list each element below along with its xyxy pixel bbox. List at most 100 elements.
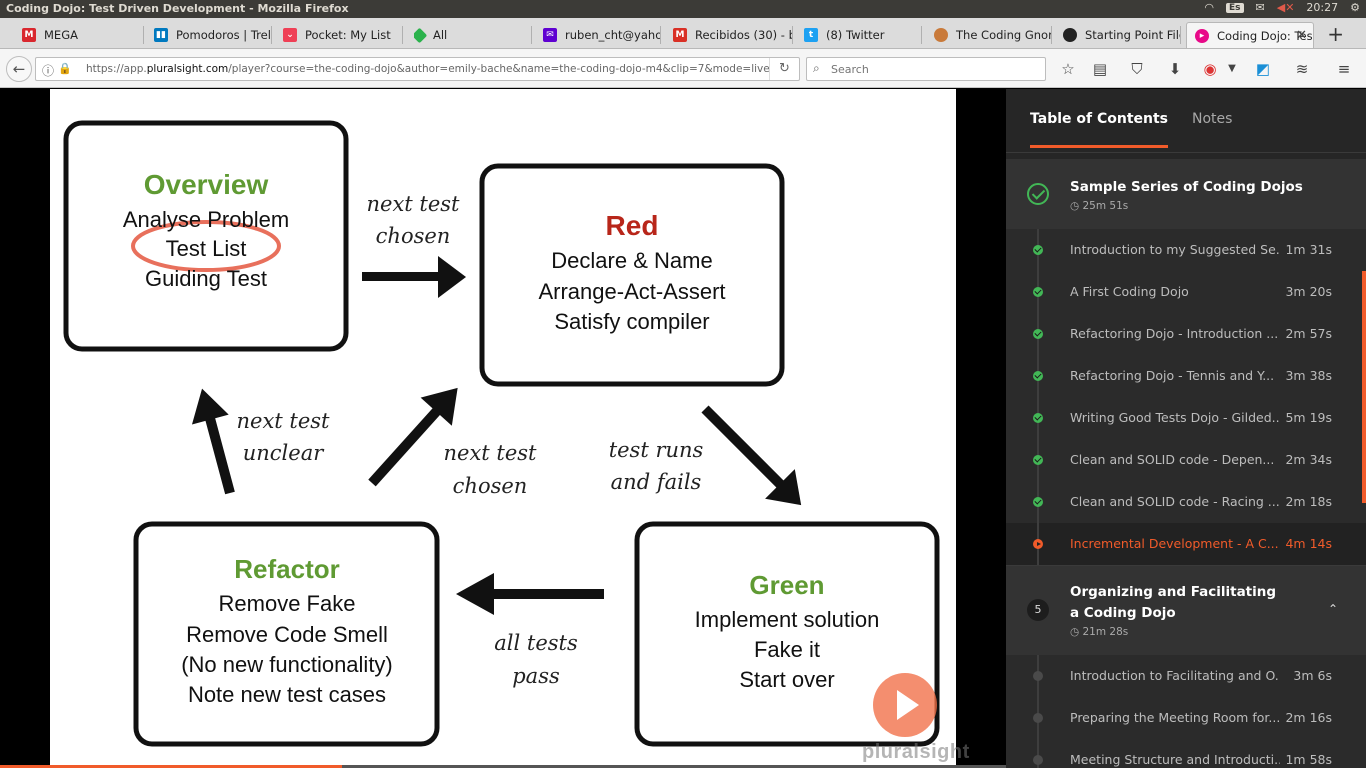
close-tab-icon[interactable]: ✕ <box>1296 28 1307 43</box>
overview-title: Overview <box>144 169 269 200</box>
tab-pocket[interactable]: ⌄ Pocket: My List <box>283 22 403 48</box>
pocket-save-icon[interactable]: ⛉ <box>1127 59 1147 79</box>
url-text[interactable]: https://app.pluralsight.com/player?cours… <box>86 63 770 75</box>
tab-table-of-contents[interactable]: Table of Contents <box>1030 111 1169 148</box>
search-input[interactable] <box>831 61 1031 77</box>
overview-line-3: Guiding Test <box>145 266 267 291</box>
arrow-label-overview-red-2: chosen <box>376 224 451 248</box>
module-organizing-facilitating[interactable]: 5 Organizing and Facilitating a Coding D… <box>1006 565 1366 655</box>
browser-tab-bar: M MEGA ▮▮ Pomodoros | Trello ⌄ Pocket: M… <box>0 18 1366 49</box>
tab-feedly[interactable]: All <box>414 22 532 48</box>
module-sample-series[interactable]: Sample Series of Coding Dojos ◷ 25m 51s <box>1006 159 1366 229</box>
watched-check-icon <box>1033 371 1043 381</box>
new-tab-plus-icon[interactable]: + <box>1327 22 1344 46</box>
module-number: 5 <box>1027 599 1049 621</box>
unwatched-dot-icon <box>1033 671 1043 681</box>
play-button-icon[interactable] <box>873 673 937 737</box>
clip-item[interactable]: Meeting Structure and Introducti... 1m 58… <box>1006 739 1366 768</box>
coding-gnome-icon <box>934 28 948 42</box>
arrow-refactor-to-overview <box>191 388 235 495</box>
green-title: Green <box>749 570 824 600</box>
tab-coding-dojo[interactable]: ▸ Coding Dojo: Tes ✕ <box>1186 22 1314 48</box>
ublock-icon[interactable]: ◉ <box>1200 59 1220 79</box>
info-icon[interactable]: ⓘ <box>42 62 54 79</box>
module-title: Sample Series of Coding Dojos <box>1070 179 1303 195</box>
module-complete-check-icon <box>1027 183 1049 205</box>
arrow-label-refactor-red-1: next test <box>444 441 538 465</box>
tab-notes[interactable]: Notes <box>1192 111 1232 145</box>
url-bar[interactable]: ⓘ 🔒 https://app.pluralsight.com/player?c… <box>35 57 800 81</box>
arrow-label-refactor-red-2: chosen <box>453 474 528 498</box>
volume-muted-icon[interactable]: ◀✕ <box>1277 1 1295 14</box>
module-5-clip-list: Introduction to Facilitating and O... 3m … <box>1006 655 1366 768</box>
red-line-3: Satisfy compiler <box>554 309 709 334</box>
unwatched-dot-icon <box>1033 713 1043 723</box>
reading-list-icon[interactable]: ▤ <box>1090 59 1110 79</box>
module-title-line-1: Organizing and Facilitating <box>1070 584 1277 600</box>
back-arrow-icon[interactable]: ← <box>6 56 32 82</box>
collapse-chevron-up-icon[interactable]: ⌃ <box>1328 602 1338 616</box>
search-bar[interactable]: ⌕ <box>806 57 1046 81</box>
refactor-line-3: (No new functionality) <box>181 652 393 677</box>
arrow-label-refactor-overview-2: unclear <box>243 441 325 465</box>
watched-check-icon <box>1033 245 1043 255</box>
trello-icon: ▮▮ <box>154 28 168 42</box>
downloads-icon[interactable]: ⬇ <box>1165 59 1185 79</box>
insecure-lock-icon[interactable]: 🔒 <box>58 62 72 75</box>
keyboard-layout[interactable]: Es <box>1226 2 1244 13</box>
yahoo-mail-icon: ✉ <box>543 28 557 42</box>
course-sidebar: Table of Contents Notes Sample Series of… <box>1006 89 1366 768</box>
watched-check-icon <box>1033 329 1043 339</box>
github-icon <box>1063 28 1077 42</box>
red-line-1: Declare & Name <box>551 248 712 273</box>
watched-check-icon <box>1033 497 1043 507</box>
tab-trello[interactable]: ▮▮ Pomodoros | Trello <box>154 22 272 48</box>
arrow-label-green-refactor-2: pass <box>512 664 560 688</box>
extension-icon[interactable]: ◩ <box>1253 59 1273 79</box>
clip-item[interactable]: Clean and SOLID code - Racing ... 2m 18s <box>1006 481 1366 523</box>
clock[interactable]: 20:27 <box>1306 1 1338 14</box>
refactor-line-1: Remove Fake <box>219 591 356 616</box>
tab-github[interactable]: Starting Point File <box>1063 22 1181 48</box>
mail-icon[interactable]: ✉ <box>1256 1 1265 14</box>
clip-item[interactable]: Introduction to Facilitating and O... 3m … <box>1006 655 1366 697</box>
arrow-label-red-green-2: and fails <box>611 470 702 494</box>
clip-item[interactable]: Refactoring Dojo - Tennis and Y... 3m 38s <box>1006 355 1366 397</box>
tab-twitter[interactable]: t (8) Twitter <box>804 22 922 48</box>
clip-item[interactable]: Preparing the Meeting Room for... 2m 16s <box>1006 697 1366 739</box>
red-box <box>479 163 785 387</box>
tab-coding-gnome[interactable]: The Coding Gnom <box>934 22 1052 48</box>
wifi-icon[interactable]: ◠ <box>1204 1 1214 14</box>
settings-gear-icon[interactable]: ⚙ <box>1350 1 1360 14</box>
clip-item[interactable]: A First Coding Dojo 3m 20s <box>1006 271 1366 313</box>
sidebar-scrollbar[interactable] <box>1362 271 1366 503</box>
tab-gmail[interactable]: M Recibidos (30) - bu <box>673 22 793 48</box>
clip-item[interactable]: Clean and SOLID code - Depen... 2m 34s <box>1006 439 1366 481</box>
tab-yahoo-mail[interactable]: ✉ ruben_cht@yahoo <box>543 22 661 48</box>
layers-icon[interactable]: ≋ <box>1292 59 1312 79</box>
clip-item[interactable]: Refactoring Dojo - Introduction ... 2m 57… <box>1006 313 1366 355</box>
sidebar-tabs: Table of Contents Notes <box>1006 89 1366 153</box>
clip-item-current[interactable]: Incremental Development - A C... 4m 14s <box>1006 523 1366 565</box>
refactor-line-2: Remove Code Smell <box>186 622 388 647</box>
clip-item[interactable]: Introduction to my Suggested Se... 1m 31s <box>1006 229 1366 271</box>
hamburger-menu-icon[interactable]: ≡ <box>1334 59 1354 79</box>
feedly-icon <box>414 27 428 43</box>
dropdown-chevron-icon[interactable]: ▼ <box>1222 59 1242 79</box>
window-title: Coding Dojo: Test Driven Development - M… <box>6 2 349 15</box>
reload-icon[interactable]: ↻ <box>769 58 799 80</box>
watched-check-icon <box>1033 287 1043 297</box>
video-player[interactable]: Overview Analyse Problem Test List Guidi… <box>0 89 1006 768</box>
refactor-title: Refactor <box>234 554 339 584</box>
gmail-icon: M <box>673 28 687 42</box>
green-line-3: Start over <box>739 667 834 692</box>
unwatched-dot-icon <box>1033 755 1043 765</box>
twitter-icon: t <box>804 28 818 42</box>
now-playing-icon <box>1033 539 1043 549</box>
clip-item[interactable]: Writing Good Tests Dojo - Gilded... 5m 19… <box>1006 397 1366 439</box>
tab-mega[interactable]: M MEGA <box>22 22 144 48</box>
arrow-label-red-green-1: test runs <box>609 438 704 462</box>
bookmark-star-icon[interactable]: ☆ <box>1058 59 1078 79</box>
watched-check-icon <box>1033 413 1043 423</box>
refactor-line-4: Note new test cases <box>188 682 386 707</box>
